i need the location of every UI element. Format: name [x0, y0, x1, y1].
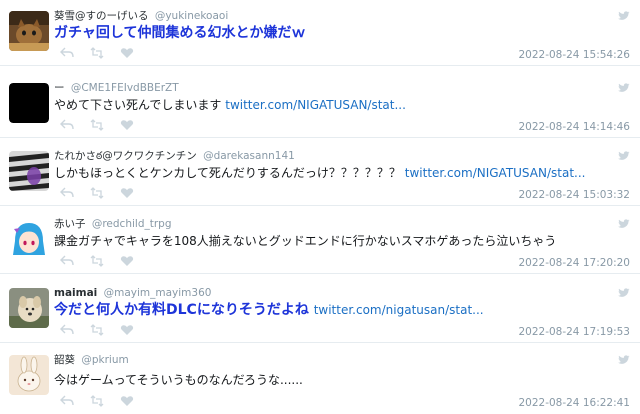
tweet-body: 今はゲームってそういうものなんだろうな...... — [54, 373, 303, 387]
heart-icon[interactable] — [120, 324, 134, 336]
twitter-bird-icon[interactable] — [618, 355, 630, 365]
twitter-bird-icon[interactable] — [618, 11, 630, 21]
tweet-header: ー @CME1FEIvdBBErZT — [54, 81, 179, 95]
user-handle[interactable]: @yukinekoaoi — [155, 10, 228, 22]
avatar[interactable] — [9, 11, 49, 51]
tweet-link[interactable]: twitter.com/NIGATUSAN/stat... — [405, 166, 586, 180]
user-handle[interactable]: @darekasann141 — [203, 150, 295, 162]
retweet-icon[interactable] — [90, 119, 104, 131]
tweet-timeline: 葵雪@すのーげいる @yukinekoaoi ガチャ回して仲間集める幻水とか嫌だ… — [0, 0, 640, 414]
tweet-header: たれかさఠ@ワクワクチンチン @darekasann141 — [54, 149, 295, 163]
heart-icon[interactable] — [120, 395, 134, 407]
reply-icon[interactable] — [60, 47, 74, 59]
tweet-timestamp[interactable]: 2022-08-24 14:14:46 — [518, 121, 630, 133]
tweet-actions — [60, 118, 134, 132]
tweet-item[interactable]: 葵雪@すのーげいる @yukinekoaoi ガチャ回して仲間集める幻水とか嫌だ… — [0, 0, 640, 66]
tweet-actions — [60, 186, 134, 200]
reply-icon[interactable] — [60, 395, 74, 407]
user-name[interactable]: 韶葵 — [54, 354, 75, 366]
user-name[interactable]: maimai — [54, 287, 97, 299]
retweet-icon[interactable] — [90, 255, 104, 267]
tweet-body: しかもほっとくとケンカして死んだりするんだっけ？？？？？？ — [54, 166, 401, 180]
user-handle[interactable]: @CME1FEIvdBBErZT — [71, 82, 179, 94]
tweet-timestamp[interactable]: 2022-08-24 17:19:53 — [518, 326, 630, 338]
tweet-body: 今だと何人か有料DLCになりそうだよね — [54, 302, 309, 318]
tweet-text: やめて下さい死んでしまいます twitter.com/NIGATUSAN/sta… — [54, 96, 614, 114]
retweet-icon[interactable] — [90, 187, 104, 199]
tweet-actions — [60, 254, 134, 268]
tweet-timestamp[interactable]: 2022-08-24 15:03:32 — [518, 189, 630, 201]
avatar[interactable] — [9, 219, 49, 259]
tweet-link[interactable]: twitter.com/nigatusan/stat... — [314, 303, 484, 317]
twitter-bird-icon[interactable] — [618, 219, 630, 229]
heart-icon[interactable] — [120, 119, 134, 131]
tweet-text: 今はゲームってそういうものなんだろうな...... — [54, 371, 614, 389]
tweet-timestamp[interactable]: 2022-08-24 15:54:26 — [518, 49, 630, 61]
avatar[interactable] — [9, 83, 49, 123]
user-name[interactable]: 葵雪@すのーげいる — [54, 10, 149, 22]
tweet-item[interactable]: 赤い子 @redchild_trpg 課金ガチャでキャラを108人揃えないとグッ… — [0, 208, 640, 274]
tweet-body: やめて下さい死んでしまいます — [54, 98, 222, 112]
tweet-timestamp[interactable]: 2022-08-24 17:20:20 — [518, 257, 630, 269]
tweet-actions — [60, 394, 134, 408]
retweet-icon[interactable] — [90, 324, 104, 336]
heart-icon[interactable] — [120, 47, 134, 59]
twitter-bird-icon[interactable] — [618, 151, 630, 161]
user-handle[interactable]: @mayim_mayim360 — [104, 287, 212, 299]
retweet-icon[interactable] — [90, 395, 104, 407]
user-handle[interactable]: @redchild_trpg — [92, 218, 172, 230]
tweet-text: しかもほっとくとケンカして死んだりするんだっけ？？？？？？ twitter.co… — [54, 164, 614, 182]
user-name[interactable]: たれかさఠ@ワクワクチンチン — [54, 150, 197, 162]
avatar[interactable] — [9, 151, 49, 191]
reply-icon[interactable] — [60, 255, 74, 267]
avatar[interactable] — [9, 288, 49, 328]
tweet-timestamp[interactable]: 2022-08-24 16:22:41 — [518, 397, 630, 409]
tweet-link[interactable]: twitter.com/NIGATUSAN/stat... — [225, 98, 406, 112]
twitter-bird-icon[interactable] — [618, 288, 630, 298]
tweet-actions — [60, 46, 134, 60]
twitter-bird-icon[interactable] — [618, 83, 630, 93]
heart-icon[interactable] — [120, 255, 134, 267]
tweet-item[interactable]: ー @CME1FEIvdBBErZT やめて下さい死んでしまいます twitte… — [0, 72, 640, 138]
tweet-header: 赤い子 @redchild_trpg — [54, 217, 172, 231]
tweet-body: 課金ガチャでキャラを108人揃えないとグッドエンドに行かないスマホゲあったら泣い… — [54, 234, 557, 248]
retweet-icon[interactable] — [90, 47, 104, 59]
tweet-body: ガチャ回して仲間集める幻水とか嫌だｗ — [54, 25, 306, 41]
tweet-text: ガチャ回して仲間集める幻水とか嫌だｗ — [54, 24, 614, 42]
tweet-actions — [60, 323, 134, 337]
tweet-text: 今だと何人か有料DLCになりそうだよね twitter.com/nigatusa… — [54, 301, 614, 319]
reply-icon[interactable] — [60, 119, 74, 131]
reply-icon[interactable] — [60, 324, 74, 336]
tweet-header: 葵雪@すのーげいる @yukinekoaoi — [54, 9, 228, 23]
user-handle[interactable]: @pkrium — [81, 354, 128, 366]
tweet-item[interactable]: 韶葵 @pkrium 今はゲームってそういうものなんだろうな...... 202… — [0, 344, 640, 414]
avatar[interactable] — [9, 355, 49, 395]
tweet-text: 課金ガチャでキャラを108人揃えないとグッドエンドに行かないスマホゲあったら泣い… — [54, 232, 614, 250]
tweet-header: maimai @mayim_mayim360 — [54, 286, 211, 300]
heart-icon[interactable] — [120, 187, 134, 199]
tweet-item[interactable]: maimai @mayim_mayim360 今だと何人か有料DLCになりそうだ… — [0, 277, 640, 343]
tweet-header: 韶葵 @pkrium — [54, 353, 129, 367]
user-name[interactable]: ー — [54, 82, 65, 94]
tweet-item[interactable]: たれかさఠ@ワクワクチンチン @darekasann141 しかもほっとくとケン… — [0, 140, 640, 206]
user-name[interactable]: 赤い子 — [54, 218, 86, 230]
reply-icon[interactable] — [60, 187, 74, 199]
